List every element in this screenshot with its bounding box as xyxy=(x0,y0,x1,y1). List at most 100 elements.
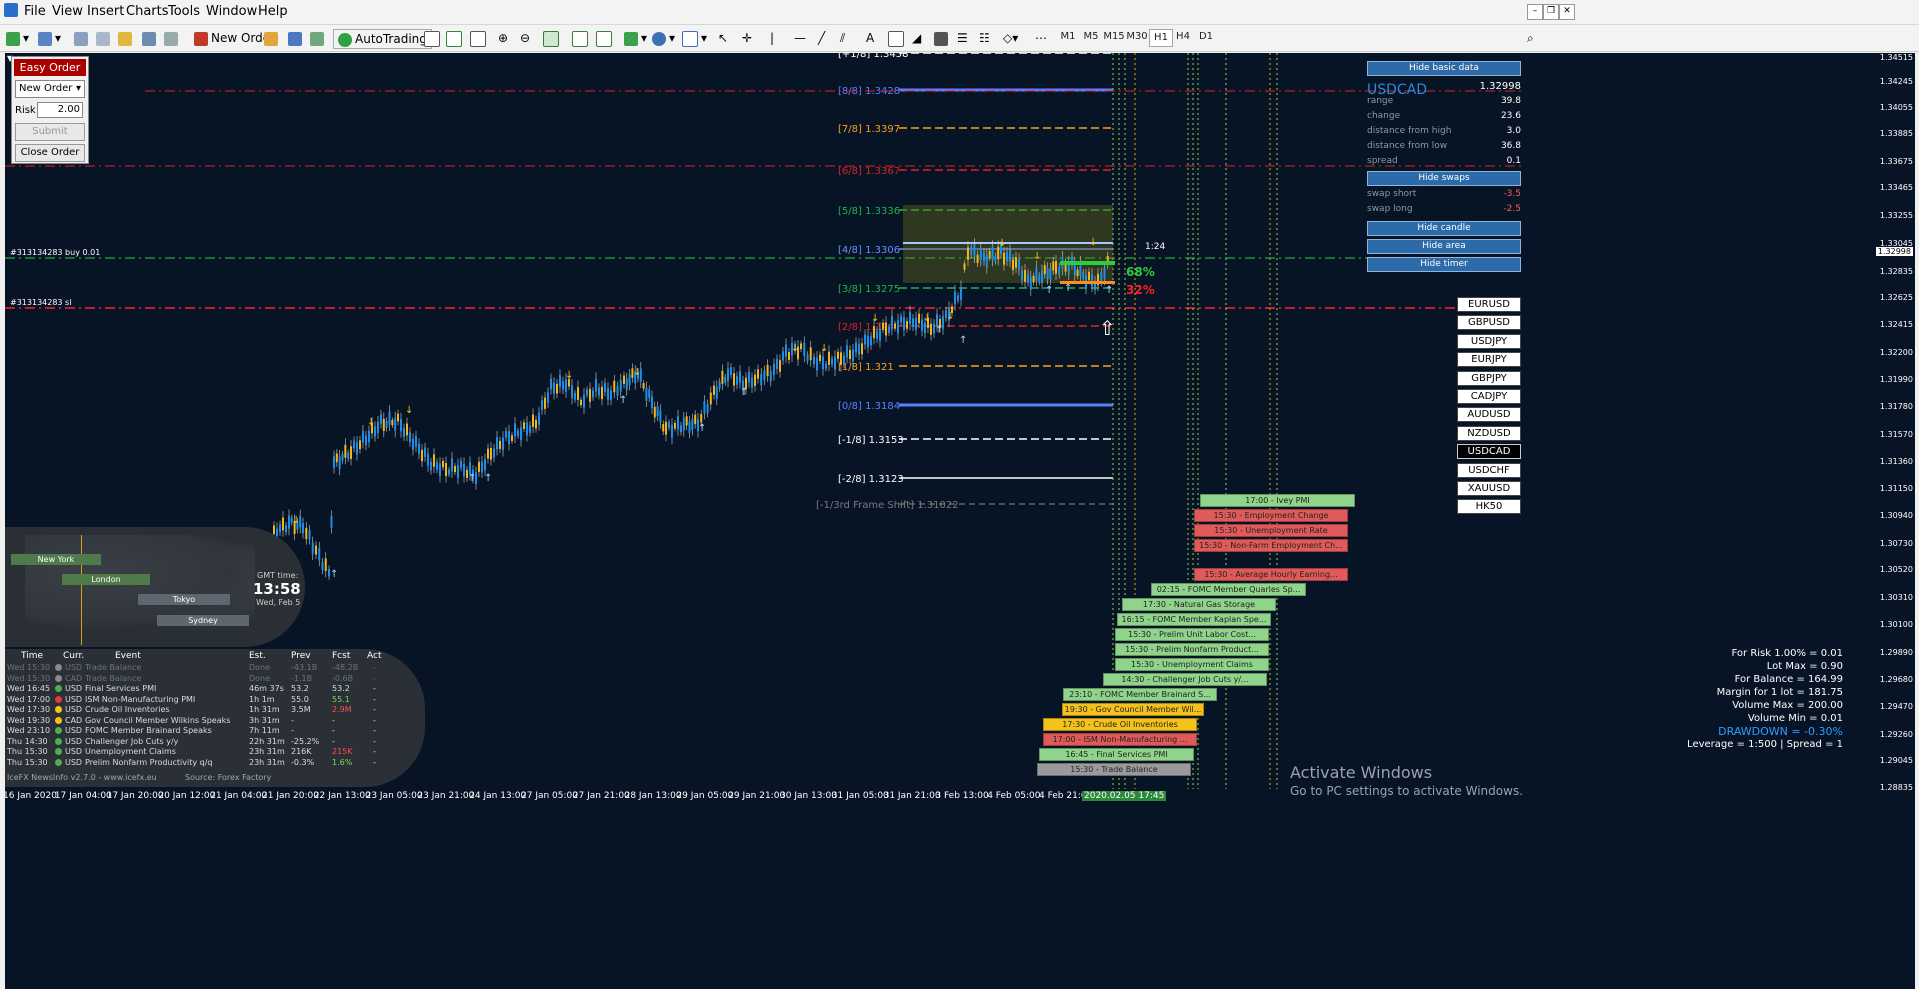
templates-icon[interactable]: ▾ xyxy=(682,29,707,47)
menu-insert[interactable]: Insert xyxy=(87,4,124,19)
vertical-line-icon[interactable]: | xyxy=(770,29,774,47)
cursor-icon[interactable]: ↖ xyxy=(718,29,728,47)
tf-m1[interactable]: M1 xyxy=(1057,31,1079,42)
autoscroll-icon[interactable] xyxy=(572,29,591,47)
hide-area-button[interactable]: Hide area xyxy=(1367,239,1521,254)
pair-button-hk50[interactable]: HK50 xyxy=(1457,499,1521,515)
periods-icon[interactable]: ▾ xyxy=(652,29,675,47)
candle-body xyxy=(751,377,753,388)
hide-timer-button[interactable]: Hide timer xyxy=(1367,257,1521,272)
text-icon[interactable]: A xyxy=(866,29,874,47)
news-bar[interactable]: 16:15 - FOMC Member Kaplan Spe... xyxy=(1117,613,1271,626)
submit-button[interactable]: Submit xyxy=(15,123,85,141)
news-bar[interactable]: 15:30 - Prelim Unit Labor Cost... xyxy=(1115,628,1269,641)
indicators-icon[interactable]: ▾ xyxy=(624,29,647,47)
news-bar[interactable]: 15:30 - Unemployment Claims xyxy=(1115,658,1269,671)
signals-icon[interactable] xyxy=(288,29,305,47)
app-icon[interactable] xyxy=(4,3,18,17)
pair-button-gbpusd[interactable]: GBPUSD xyxy=(1457,315,1521,331)
zoom-out-icon[interactable]: ⊖ xyxy=(520,29,530,47)
menu-help[interactable]: Help xyxy=(258,4,288,19)
tf-m30[interactable]: M30 xyxy=(1126,31,1148,42)
news-bar[interactable]: 15:30 - Unemployment Rate xyxy=(1194,524,1348,537)
news-bar[interactable]: 17:30 - Crude Oil Inventories xyxy=(1043,718,1197,731)
hide-candle-button[interactable]: Hide candle xyxy=(1367,221,1521,236)
news-bar[interactable]: 17:00 - ISM Non-Manufacturing ... xyxy=(1043,733,1197,746)
objects-icon[interactable]: ⋯ xyxy=(1035,29,1047,47)
news-bar[interactable]: 15:30 - Non-Farm Employment Ch... xyxy=(1194,539,1348,552)
tf-d1[interactable]: D1 xyxy=(1195,31,1217,42)
candlestick-icon[interactable] xyxy=(446,29,465,47)
shapes-icon[interactable]: ◇▾ xyxy=(1003,29,1018,47)
pair-button-cadjpy[interactable]: CADJPY xyxy=(1457,388,1521,404)
menu-view[interactable]: View xyxy=(52,4,83,19)
tile-windows-icon[interactable] xyxy=(543,29,562,47)
pair-button-usdjpy[interactable]: USDJPY xyxy=(1457,333,1521,349)
channel-icon[interactable]: ⫽ xyxy=(840,29,845,47)
close-order-button[interactable]: Close Order xyxy=(15,144,85,162)
tf-h1[interactable]: H1 xyxy=(1149,29,1173,47)
fibonacci-icon[interactable]: ☰ xyxy=(957,29,968,47)
menu-file[interactable]: File xyxy=(24,4,46,19)
market-icon[interactable] xyxy=(310,29,327,47)
trendline-icon[interactable]: ╱ xyxy=(818,29,825,47)
menu-charts[interactable]: Charts xyxy=(126,4,169,19)
tf-h4[interactable]: H4 xyxy=(1172,31,1194,42)
chart-area[interactable]: [+1/8] 1.3458 [8/8] 1.3428 [7/8] 1.3397 [6/… xyxy=(5,53,1915,989)
tf-m15[interactable]: M15 xyxy=(1103,31,1125,42)
menu-window[interactable]: Window xyxy=(206,4,257,19)
tf-m5[interactable]: M5 xyxy=(1080,31,1102,42)
news-bar[interactable]: 19:30 - Gov Council Member Wil... xyxy=(1062,703,1204,716)
big-up-arrow-icon: ⇧ xyxy=(1099,316,1116,340)
metaeditor-icon[interactable] xyxy=(264,29,281,47)
order-type-select[interactable]: New Order ▾ xyxy=(15,80,85,98)
horizontal-line-icon[interactable]: — xyxy=(794,29,806,47)
menu-tools[interactable]: Tools xyxy=(168,4,200,19)
news-bar[interactable]: 02:15 - FOMC Member Quarles Sp... xyxy=(1151,583,1306,596)
candle-body xyxy=(677,416,679,430)
news-bar[interactable]: 15:30 - Prelim Nonfarm Product... xyxy=(1115,643,1269,656)
close-icon[interactable]: ✕ xyxy=(1559,4,1575,20)
news-bar[interactable]: 14:30 - Challenger Job Cuts y/... xyxy=(1103,673,1267,686)
chart-shift-icon[interactable] xyxy=(596,29,615,47)
pair-button-xauusd[interactable]: XAUUSD xyxy=(1457,480,1521,496)
news-bar[interactable]: 17:00 - Ivey PMI xyxy=(1200,494,1355,507)
pair-button-usdcad[interactable]: USDCAD xyxy=(1457,444,1521,460)
pair-button-eurjpy[interactable]: EURJPY xyxy=(1457,352,1521,368)
search-icon[interactable]: ⌕ xyxy=(1527,29,1534,47)
pair-button-usdchf[interactable]: USDCHF xyxy=(1457,462,1521,478)
bar-chart-icon[interactable] xyxy=(424,29,443,47)
profiles-icon[interactable]: ▾ xyxy=(38,29,61,47)
fib-fan-icon[interactable]: ☷ xyxy=(979,29,990,47)
rectangle-icon[interactable] xyxy=(934,29,951,47)
pair-button-gbpjpy[interactable]: GBPJPY xyxy=(1457,370,1521,386)
data-window-icon[interactable] xyxy=(96,29,113,47)
market-watch-icon[interactable] xyxy=(74,29,91,47)
arrows-icon[interactable]: ◢ xyxy=(912,29,921,47)
zoom-in-icon[interactable]: ⊕ xyxy=(498,29,508,47)
restore-icon[interactable]: ❐ xyxy=(1543,4,1559,20)
tester-icon[interactable] xyxy=(164,29,181,47)
stat-line: DRAWDOWN = -0.30% xyxy=(1718,725,1843,738)
autotrading-button[interactable]: AutoTrading xyxy=(333,29,432,49)
news-bar[interactable]: 15:30 - Trade Balance xyxy=(1037,763,1191,776)
news-bar[interactable]: 16:45 - Final Services PMI xyxy=(1039,748,1194,761)
pair-button-eurusd[interactable]: EURUSD xyxy=(1457,297,1521,312)
hide-basic-data-button[interactable]: Hide basic data xyxy=(1367,61,1521,76)
navigator-icon[interactable] xyxy=(118,29,135,47)
text-label-icon[interactable] xyxy=(888,29,907,47)
minimize-icon[interactable]: – xyxy=(1527,4,1543,20)
pair-button-nzdusd[interactable]: NZDUSD xyxy=(1457,425,1521,441)
line-chart-icon[interactable] xyxy=(470,29,489,47)
new-order-button[interactable]: New Order xyxy=(194,29,275,47)
hide-swaps-button[interactable]: Hide swaps xyxy=(1367,171,1521,186)
risk-input[interactable]: 2.00 xyxy=(37,102,83,118)
new-chart-icon[interactable]: ▾ xyxy=(6,29,29,47)
news-bar[interactable]: 23:10 - FOMC Member Brainard S... xyxy=(1063,688,1217,701)
pair-button-audusd[interactable]: AUDUSD xyxy=(1457,407,1521,423)
terminal-icon[interactable] xyxy=(142,29,159,47)
news-bar[interactable]: 15:30 - Employment Change xyxy=(1194,509,1348,522)
news-bar[interactable]: 17:30 - Natural Gas Storage xyxy=(1122,598,1276,611)
news-bar[interactable]: 15:30 - Average Hourly Earning... xyxy=(1194,568,1348,581)
crosshair-icon[interactable]: ✛ xyxy=(742,29,752,47)
